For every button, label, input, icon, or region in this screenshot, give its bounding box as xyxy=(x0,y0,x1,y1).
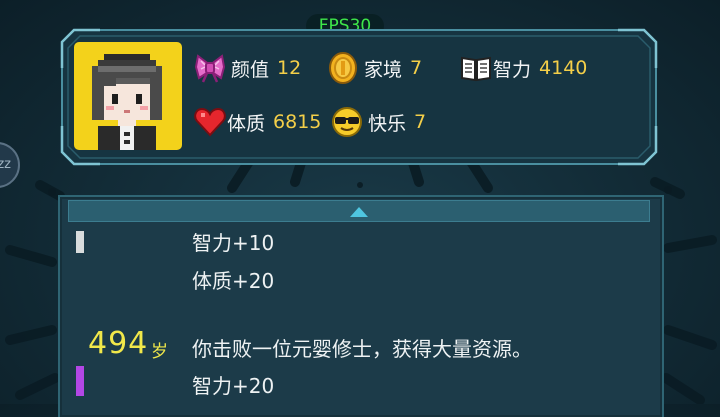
gold-coin-icon xyxy=(329,52,357,84)
event-marker-common xyxy=(76,231,84,253)
player-avatar[interactable] xyxy=(74,42,182,150)
stat-family-label: 家境 xyxy=(364,58,403,81)
stat-constitution: 体质 6815 xyxy=(193,105,321,139)
event-marker-rare xyxy=(76,366,84,396)
stat-happiness: 快乐 7 xyxy=(330,105,426,139)
entry-age: 494 xyxy=(88,326,149,361)
log-collapse-bar[interactable] xyxy=(68,200,650,222)
stat-looks: 颜值 12 xyxy=(193,51,301,85)
open-book-icon xyxy=(461,56,491,82)
entry-age-unit: 岁 xyxy=(151,342,168,362)
stat-family-value: 7 xyxy=(410,57,423,79)
prev-entry-effect-1: 智力+10 xyxy=(192,231,275,255)
ribbon-bow-icon xyxy=(194,54,226,83)
stat-looks-value: 12 xyxy=(277,57,302,79)
stat-family: 家境 7 xyxy=(326,51,422,85)
stat-happiness-label: 快乐 xyxy=(368,112,407,135)
prev-entry-effect-2: 体质+20 xyxy=(192,269,275,293)
chevron-up-icon xyxy=(350,207,368,217)
red-heart-icon xyxy=(194,107,226,137)
side-badge-label: zz xyxy=(0,157,11,172)
stat-intelligence-value: 4140 xyxy=(539,57,588,79)
stat-looks-label: 颜值 xyxy=(231,58,270,81)
pixel-character-icon xyxy=(92,54,162,150)
sunglasses-smiley-icon xyxy=(332,107,362,137)
stat-intelligence-label: 智力 xyxy=(493,58,532,81)
stat-constitution-label: 体质 xyxy=(227,112,266,135)
entry-effect-1: 智力+20 xyxy=(192,374,275,398)
entry-text: 你击败一位元婴修士，获得大量资源。 xyxy=(192,337,532,361)
stat-constitution-value: 6815 xyxy=(273,111,322,133)
stat-intelligence: 智力 4140 xyxy=(459,51,587,85)
life-log-panel[interactable] xyxy=(58,195,664,417)
stat-happiness-value: 7 xyxy=(414,111,427,133)
